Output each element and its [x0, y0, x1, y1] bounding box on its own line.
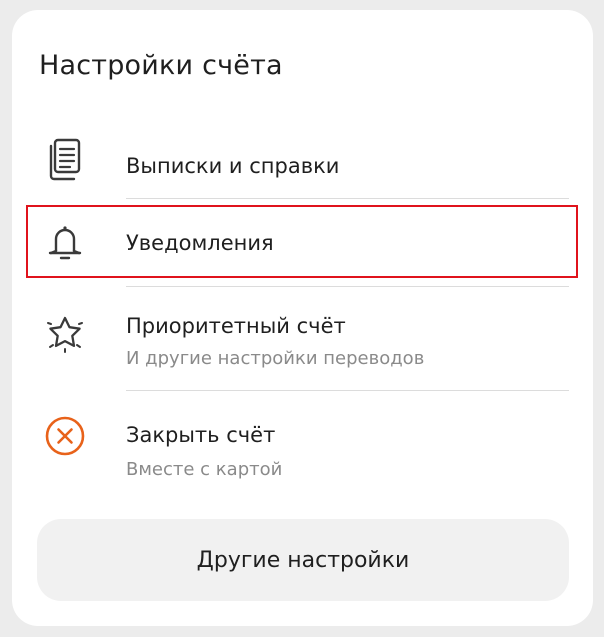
star-icon	[40, 308, 90, 358]
close-circle-icon	[40, 411, 90, 461]
menu-item-close-account[interactable]: Закрыть счёт Вместе с картой	[12, 403, 593, 491]
menu-item-sublabel: Вместе с картой	[126, 459, 283, 480]
menu-item-label: Закрыть счёт	[126, 423, 276, 447]
divider	[126, 286, 569, 287]
page-title: Настройки счёта	[39, 50, 283, 81]
divider	[126, 198, 569, 199]
menu-item-sublabel: И другие настройки переводов	[126, 348, 425, 369]
documents-icon	[40, 135, 90, 185]
account-settings-card: Настройки счёта Выписки и справки Уведом…	[12, 10, 593, 626]
menu-item-label: Приоритетный счёт	[126, 314, 346, 338]
menu-item-priority-account[interactable]: Приоритетный счёт И другие настройки пер…	[12, 300, 593, 388]
divider	[126, 390, 569, 391]
menu-item-label: Выписки и справки	[126, 154, 340, 178]
menu-item-statements[interactable]: Выписки и справки	[12, 125, 593, 195]
highlight-frame	[26, 205, 578, 278]
other-settings-button[interactable]: Другие настройки	[37, 519, 569, 601]
